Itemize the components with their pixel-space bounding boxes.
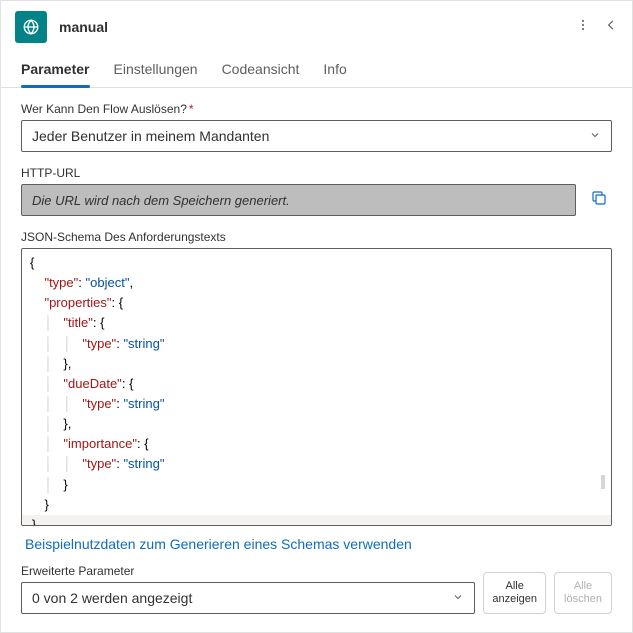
chevron-down-icon (452, 590, 464, 606)
json-schema-editor[interactable]: { "type": "object", "properties": { │ "t… (21, 248, 612, 526)
globe-icon (15, 11, 47, 43)
advanced-params-select[interactable]: 0 von 2 werden angezeigt (21, 582, 475, 614)
editor-cursor (601, 475, 605, 489)
card-title: manual (59, 19, 564, 35)
use-sample-payload-link[interactable]: Beispielnutzdaten zum Generieren eines S… (21, 526, 416, 560)
tab-bar: Parameter Einstellungen Codeansicht Info (1, 49, 632, 88)
tab-info[interactable]: Info (323, 55, 346, 87)
http-url-field: Die URL wird nach dem Speichern generier… (21, 184, 576, 216)
http-url-placeholder: Die URL wird nach dem Speichern generier… (32, 193, 290, 208)
tab-einstellungen[interactable]: Einstellungen (114, 55, 198, 87)
show-all-button[interactable]: Alle anzeigen (483, 572, 546, 614)
card-header: manual (1, 1, 632, 49)
schema-label: JSON-Schema Des Anforderungstexts (21, 230, 612, 244)
trigger-select-value: Jeder Benutzer in meinem Mandanten (32, 128, 269, 144)
advanced-label: Erweiterte Parameter (21, 564, 475, 578)
tab-content: Wer Kann Den Flow Auslösen?* Jeder Benut… (1, 88, 632, 632)
http-url-label: HTTP-URL (21, 166, 612, 180)
collapse-icon[interactable] (604, 18, 618, 37)
advanced-params-value: 0 von 2 werden angezeigt (32, 590, 192, 606)
clear-all-button: Alle löschen (554, 572, 612, 614)
chevron-down-icon (589, 128, 601, 144)
copy-url-button[interactable] (586, 185, 612, 216)
trigger-select[interactable]: Jeder Benutzer in meinem Mandanten (21, 120, 612, 152)
required-asterisk: * (189, 102, 194, 116)
tab-parameter[interactable]: Parameter (21, 55, 90, 87)
more-icon[interactable] (576, 18, 590, 37)
tab-codeansicht[interactable]: Codeansicht (222, 55, 300, 87)
trigger-label: Wer Kann Den Flow Auslösen?* (21, 102, 612, 116)
